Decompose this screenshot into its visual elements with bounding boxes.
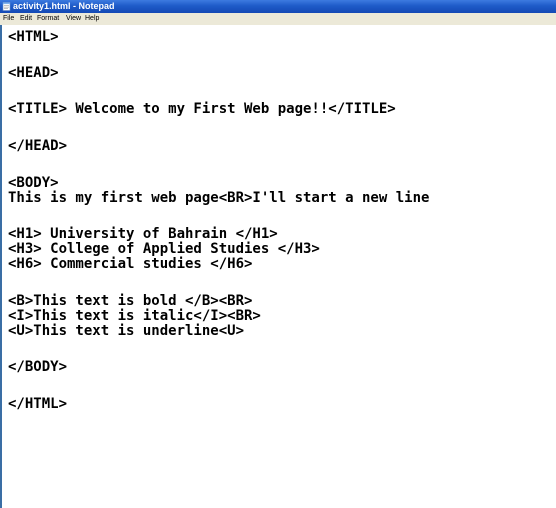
menu-edit[interactable]: Edit <box>20 13 32 25</box>
editor-line-10: This is my first web page<BR>I'll start … <box>8 190 430 206</box>
editor-line-3: <HEAD> <box>8 65 59 81</box>
text-editor-area[interactable]: <HTML> <HEAD> <TITLE> Welcome to my Firs… <box>0 25 556 508</box>
editor-line-14: <H6> Commercial studies </H6> <box>8 256 253 272</box>
editor-line-12: <H1> University of Bahrain </H1> <box>8 226 278 242</box>
editor-line-9: <BODY> <box>8 175 59 191</box>
title-bar[interactable]: activity1.html - Notepad <box>0 0 556 13</box>
editor-line-1: <HTML> <box>8 29 59 45</box>
menu-file[interactable]: File <box>3 13 14 25</box>
editor-line-17: <I>This text is italic</I><BR> <box>8 308 261 324</box>
menu-bar: File Edit Format View Help <box>0 13 556 25</box>
editor-line-5: <TITLE> Welcome to my First Web page!!</… <box>8 101 396 117</box>
editor-line-13: <H3> College of Applied Studies </H3> <box>8 241 320 257</box>
editor-line-20: </BODY> <box>8 359 68 375</box>
notepad-icon <box>2 2 11 11</box>
menu-view[interactable]: View <box>66 13 81 25</box>
editor-left-border <box>0 25 2 508</box>
window-title: activity1.html - Notepad <box>13 1 115 11</box>
editor-line-22: </HTML> <box>8 396 68 412</box>
editor-line-7: </HEAD> <box>8 138 68 154</box>
menu-help[interactable]: Help <box>85 13 99 25</box>
notepad-window: activity1.html - Notepad File Edit Forma… <box>0 0 556 508</box>
editor-line-16: <B>This text is bold </B><BR> <box>8 293 253 309</box>
menu-format[interactable]: Format <box>37 13 59 25</box>
editor-line-18: <U>This text is underline<U> <box>8 323 245 339</box>
